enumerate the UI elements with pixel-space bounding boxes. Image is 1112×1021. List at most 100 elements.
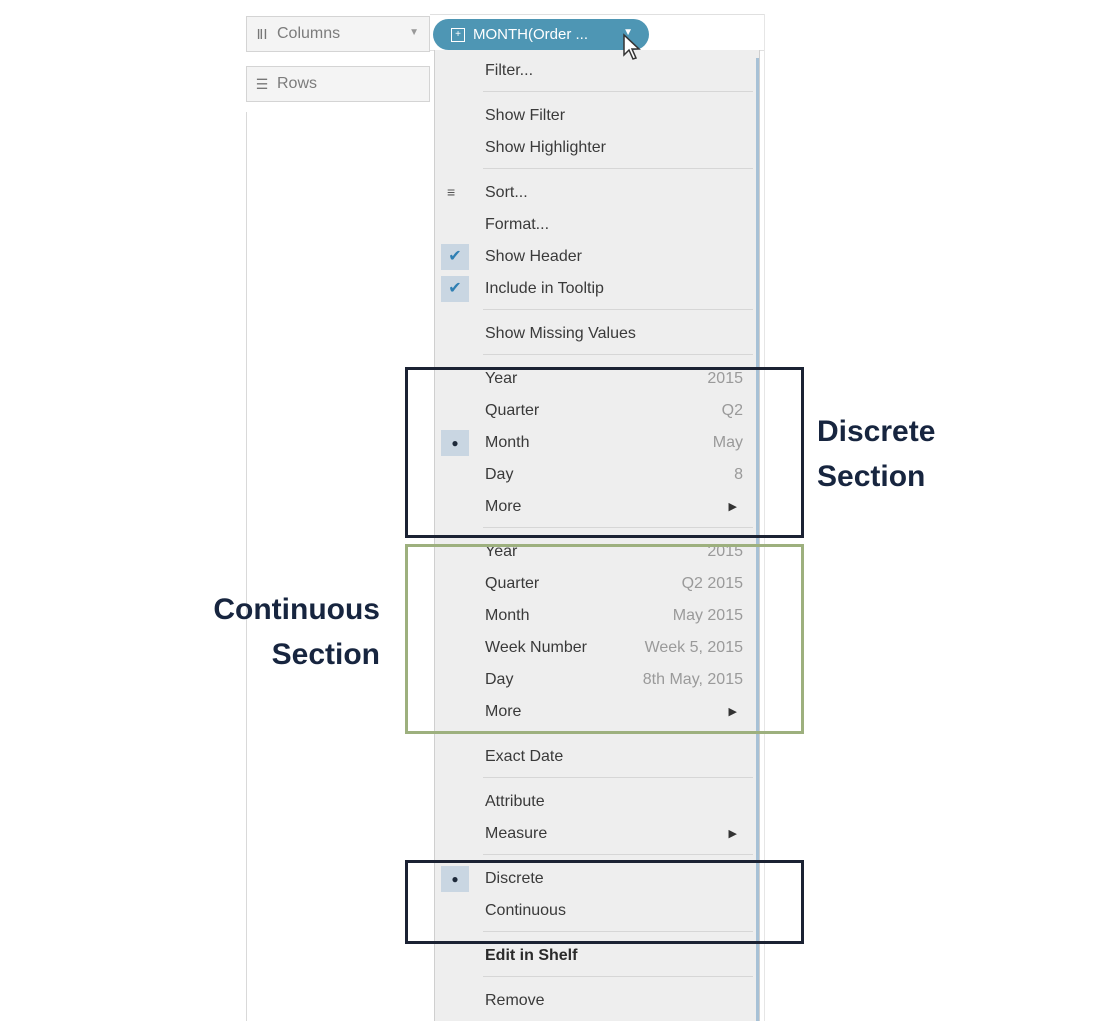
menu-item-include-tooltip[interactable]: ✔ Include in Tooltip (435, 274, 759, 304)
menu-item-edit-in-shelf[interactable]: Edit in Shelf (435, 941, 759, 971)
menu-separator (483, 732, 753, 733)
columns-label: Columns (277, 25, 341, 42)
panel-right-border (764, 14, 765, 1021)
menu-item-label: Discrete (485, 870, 544, 887)
menu-item-value: Q2 2015 (681, 575, 743, 592)
menu-item-continuous-week-number[interactable]: Week Number Week 5, 2015 (435, 633, 759, 663)
mouse-cursor-icon (623, 33, 641, 60)
submenu-arrow-icon: ▶ (728, 501, 737, 513)
pill-context-menu: Filter... Show Filter Show Highlighter ≡… (434, 50, 760, 1021)
menu-item-discrete-year[interactable]: Year 2015 (435, 364, 759, 394)
menu-item-discrete-quarter[interactable]: Quarter Q2 (435, 396, 759, 426)
menu-item-label: Format... (485, 216, 550, 233)
menu-item-format[interactable]: Format... (435, 210, 759, 240)
menu-item-label: Day (485, 671, 514, 688)
menu-separator (483, 854, 753, 855)
month-order-date-pill[interactable]: + MONTH(Order ... ▼ (433, 19, 649, 50)
menu-item-label: Year (485, 543, 518, 560)
menu-item-measure[interactable]: Measure ▶ (435, 819, 759, 849)
menu-item-label: Filter... (485, 62, 534, 79)
annotation-line: Section (817, 460, 926, 493)
sort-icon: ≡ (447, 184, 456, 200)
menu-item-label: More (485, 498, 522, 515)
menu-item-show-filter[interactable]: Show Filter (435, 101, 759, 131)
menu-item-show-missing-values[interactable]: Show Missing Values (435, 319, 759, 349)
menu-item-label: Quarter (485, 575, 540, 592)
menu-item-filter[interactable]: Filter... (435, 56, 759, 86)
menu-item-label: Remove (485, 992, 545, 1009)
menu-item-label: Show Highlighter (485, 139, 606, 156)
menu-item-value: 2015 (707, 370, 743, 387)
annotation-line: Continuous (213, 593, 380, 626)
menu-item-continuous-quarter[interactable]: Quarter Q2 2015 (435, 569, 759, 599)
rows-label: Rows (277, 75, 318, 92)
columns-icon: ⅡⅠ (256, 25, 268, 42)
menu-item-continuous-more[interactable]: More ▶ (435, 697, 759, 727)
menu-item-label: Measure (485, 825, 548, 842)
expand-plus-icon[interactable]: + (451, 27, 465, 42)
menu-item-label: Quarter (485, 402, 540, 419)
menu-item-value: Week 5, 2015 (644, 639, 743, 656)
discrete-section-annotation: Discrete Section (817, 409, 935, 499)
menu-item-label: Edit in Shelf (485, 947, 578, 964)
menu-separator (483, 91, 753, 92)
radio-dot-icon: ● (441, 430, 469, 456)
menu-item-value: Q2 (721, 402, 743, 419)
menu-item-show-highlighter[interactable]: Show Highlighter (435, 133, 759, 163)
menu-separator (483, 527, 753, 528)
submenu-arrow-icon: ▶ (728, 706, 737, 718)
menu-separator (483, 354, 753, 355)
menu-item-label: Show Header (485, 248, 582, 265)
menu-separator (483, 309, 753, 310)
menu-item-value: 2015 (707, 543, 743, 560)
menu-item-sort[interactable]: ≡ Sort... (435, 178, 759, 208)
panel-left-border (246, 112, 247, 1021)
radio-dot-icon: ● (441, 866, 469, 892)
menu-item-value: 8th May, 2015 (642, 671, 743, 688)
menu-separator (483, 976, 753, 977)
pill-label: MONTH(Order ... (473, 26, 588, 43)
menu-item-attribute[interactable]: Attribute (435, 787, 759, 817)
menu-item-discrete[interactable]: ● Discrete (435, 864, 759, 894)
menu-item-continuous-year[interactable]: Year 2015 (435, 537, 759, 567)
menu-separator (483, 777, 753, 778)
menu-item-continuous-month[interactable]: Month May 2015 (435, 601, 759, 631)
check-icon: ✔ (441, 244, 469, 270)
menu-item-show-header[interactable]: ✔ Show Header (435, 242, 759, 272)
menu-item-label: Exact Date (485, 748, 564, 765)
chevron-down-icon[interactable]: ▼ (409, 27, 419, 38)
annotation-line: Section (271, 638, 380, 671)
menu-item-label: Show Missing Values (485, 325, 636, 342)
menu-item-continuous[interactable]: Continuous (435, 896, 759, 926)
menu-item-value: May (712, 434, 743, 451)
menu-item-remove[interactable]: Remove (435, 986, 759, 1016)
menu-item-label: Show Filter (485, 107, 566, 124)
menu-scroll-strip (756, 58, 759, 1021)
submenu-arrow-icon: ▶ (728, 828, 737, 840)
columns-shelf-label[interactable]: ⅡⅠ Columns ▼ (246, 16, 430, 52)
rows-shelf-label[interactable]: ☰ Rows (246, 66, 430, 102)
menu-item-label: Week Number (485, 639, 587, 656)
menu-item-exact-date[interactable]: Exact Date (435, 742, 759, 772)
menu-item-label: Sort... (485, 184, 528, 201)
menu-item-label: Month (485, 607, 530, 624)
check-icon: ✔ (441, 276, 469, 302)
annotation-line: Discrete (817, 415, 936, 448)
columns-shelf-top-line (430, 14, 764, 15)
menu-item-label: Continuous (485, 902, 566, 919)
menu-separator (483, 931, 753, 932)
menu-item-discrete-day[interactable]: Day 8 (435, 460, 759, 490)
menu-separator (483, 168, 753, 169)
menu-item-discrete-month[interactable]: ● Month May (435, 428, 759, 458)
menu-item-label: Month (485, 434, 530, 451)
menu-item-label: Day (485, 466, 514, 483)
rows-icon: ☰ (255, 75, 269, 92)
menu-item-label: Include in Tooltip (485, 280, 604, 297)
menu-item-continuous-day[interactable]: Day 8th May, 2015 (435, 665, 759, 695)
menu-item-discrete-more[interactable]: More ▶ (435, 492, 759, 522)
menu-item-label: Year (485, 370, 518, 387)
menu-item-label: More (485, 703, 522, 720)
continuous-section-annotation: Continuous Section (203, 587, 380, 677)
menu-item-value: 8 (734, 466, 743, 483)
menu-item-label: Attribute (485, 793, 545, 810)
